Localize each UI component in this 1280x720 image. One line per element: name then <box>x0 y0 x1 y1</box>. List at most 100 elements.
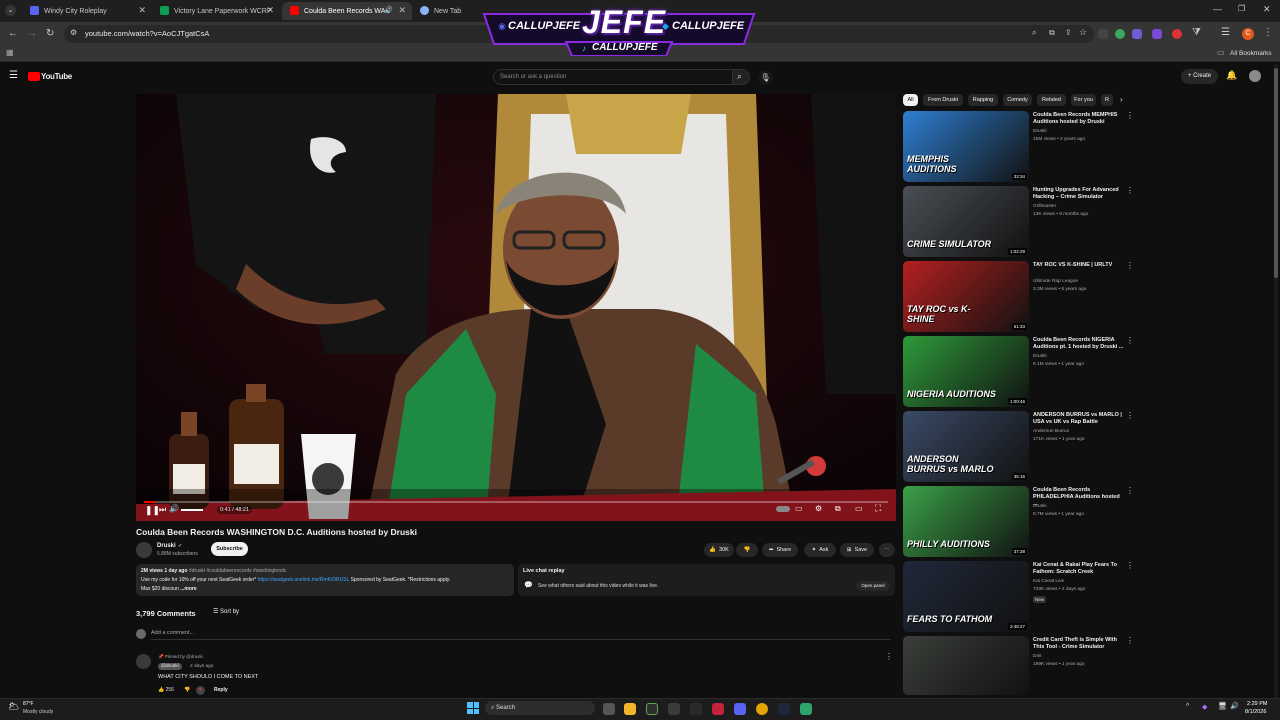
recommendation-thumbnail[interactable]: NIGERIA AUDITIONS 1:00:46 <box>903 336 1029 407</box>
recommendation-menu-icon[interactable]: ⋮ <box>1126 561 1134 570</box>
zoom-search-icon[interactable]: ⌕ <box>1032 28 1036 38</box>
taskbar-search-box[interactable]: ⌕ Search <box>485 701 595 715</box>
audio-playing-icon[interactable]: 🔊 <box>384 6 393 14</box>
steam-icon[interactable] <box>778 703 790 715</box>
hamburger-menu-icon[interactable]: ☰ <box>9 70 18 81</box>
extension-icon[interactable] <box>1152 29 1162 39</box>
recommendation-menu-icon[interactable]: ⋮ <box>1126 486 1134 495</box>
filter-chip[interactable]: From Druski <box>923 94 963 106</box>
share-page-icon[interactable]: ⇪ <box>1065 28 1072 37</box>
recommendation-thumbnail[interactable]: MEMPHIS AUDITIONS 33:34 <box>903 111 1029 182</box>
settings-gear-icon[interactable]: ⚙ <box>815 504 822 513</box>
taskbar-time[interactable]: 2:29 PM <box>1247 701 1267 707</box>
volume-slider[interactable] <box>181 509 203 511</box>
show-more-link[interactable]: ...more <box>180 586 196 592</box>
recommendation-thumbnail[interactable]: CRIME SIMULATOR 1:02:29 <box>903 186 1029 257</box>
recommendation-channel[interactable]: Grillmaster <box>1033 204 1056 209</box>
description-box[interactable]: 2M views 1 day ago #druski #couldabeenre… <box>136 564 514 596</box>
scrollbar-thumb[interactable] <box>1274 68 1278 278</box>
comment-like-button[interactable]: 👍 256 <box>158 687 174 693</box>
recommendation-channel[interactable]: Anderson Burrus <box>1033 429 1069 434</box>
recommendation-title[interactable]: Hunting Upgrades For Advanced Hacking – … <box>1033 187 1125 201</box>
sort-by-button[interactable]: ☰ Sort by <box>213 608 239 615</box>
extension-icon[interactable] <box>1172 29 1182 39</box>
nvidia-icon[interactable] <box>668 703 680 715</box>
account-avatar[interactable] <box>1249 70 1261 82</box>
reload-icon[interactable]: ↻ <box>46 28 54 39</box>
volume-tray-icon[interactable]: 🔊 <box>1230 702 1239 710</box>
extension-icon[interactable] <box>1115 29 1125 39</box>
recommendation-channel[interactable]: Druski <box>1033 354 1047 359</box>
youtube-search-input[interactable]: Search or ask a question <box>493 69 733 85</box>
progress-bar-track[interactable] <box>144 501 888 503</box>
comment-author-avatar[interactable] <box>136 654 151 669</box>
close-tab-icon[interactable]: ✕ <box>398 5 406 16</box>
subtitles-icon[interactable]: ▭ <box>795 504 803 513</box>
channel-name[interactable]: Druski <box>157 543 176 549</box>
recommendation-title[interactable]: TAY ROC VS K-SHINE | URLTV <box>1033 262 1125 269</box>
profile-avatar[interactable]: C <box>1242 28 1254 40</box>
weather-icon[interactable]: 🌥 <box>8 701 19 712</box>
autoplay-toggle[interactable] <box>776 506 790 512</box>
search-button[interactable]: ⌕ <box>732 69 750 85</box>
fullscreen-icon[interactable]: ⛶ <box>875 503 881 514</box>
bookmark-star-icon[interactable]: ☆ <box>1079 27 1087 38</box>
recommendation-channel[interactable]: Dnit <box>1033 654 1042 659</box>
filter-chip[interactable]: R <box>1101 94 1113 106</box>
tab-windy-city[interactable]: Windy City Roleplay ✕ <box>22 2 152 20</box>
create-button[interactable]: + Create <box>1181 69 1218 84</box>
voice-search-mic-icon[interactable]: 🎙 <box>758 70 773 85</box>
recommendation-menu-icon[interactable]: ⋮ <box>1126 111 1134 120</box>
puzzle-extensions-icon[interactable]: ⧩ <box>1192 27 1201 38</box>
video-player[interactable]: ❚❚ ⏭ 🔊 0:41 / 48:21 ▭ ⚙ ⧉ ▭ ⛶ <box>136 94 896 521</box>
forward-icon[interactable]: → <box>27 28 37 39</box>
taskbar-date[interactable]: 8/1/2026 <box>1245 709 1266 715</box>
recommendation-channel[interactable]: Kai Cenat Live <box>1033 579 1064 584</box>
recommendation-thumbnail[interactable]: PHILLY AUDITIONS 37:38 <box>903 486 1029 557</box>
tab-new-tab[interactable]: New Tab <box>412 2 472 20</box>
comment-menu-icon[interactable]: ⋮ <box>885 652 893 661</box>
file-explorer-icon[interactable] <box>624 703 636 715</box>
dislike-button[interactable]: 👎 <box>736 543 758 557</box>
chips-next-icon[interactable]: › <box>1120 95 1123 104</box>
youtube-logo-icon[interactable] <box>28 72 40 81</box>
filter-chip[interactable]: Rapping <box>968 94 998 106</box>
task-view-icon[interactable] <box>603 703 615 715</box>
minimize-window-icon[interactable]: — <box>1213 4 1222 14</box>
recommendation-menu-icon[interactable]: ⋮ <box>1126 411 1134 420</box>
recommendation-channel[interactable]: Druski <box>1033 504 1047 509</box>
close-tab-icon[interactable]: ✕ <box>138 5 146 16</box>
close-tab-icon[interactable]: ✕ <box>266 5 274 16</box>
ask-button[interactable]: ✦ Ask <box>804 543 836 557</box>
app-icon[interactable] <box>800 703 812 715</box>
filter-chip[interactable]: Related <box>1037 94 1066 106</box>
filter-chip[interactable]: All <box>903 94 918 106</box>
share-button[interactable]: ➦ Share <box>762 543 798 557</box>
theater-mode-icon[interactable]: ▭ <box>855 504 863 513</box>
recommendation-title[interactable]: Coulda Been Records NIGERIA Auditions pt… <box>1033 337 1125 351</box>
app-icon[interactable] <box>690 703 702 715</box>
open-panel-button[interactable]: Open panel <box>856 581 890 591</box>
seatgeek-link[interactable]: https://seatgeek.onelink.me/RmK/DRUSL <box>258 577 350 583</box>
apps-grid-icon[interactable]: ▦ <box>6 48 14 57</box>
more-actions-button[interactable]: ⋯ <box>879 543 895 557</box>
save-button[interactable]: ⊞ Save <box>840 543 874 557</box>
discord-icon[interactable] <box>734 703 746 715</box>
notifications-bell-icon[interactable]: 🔔 <box>1226 70 1237 81</box>
recommendation-title[interactable]: ANDERSON BURRUS vs MARLO | USA vs UK vs … <box>1033 412 1125 426</box>
reading-list-icon[interactable]: ☰ <box>1221 27 1230 38</box>
tray-overflow-icon[interactable]: ^ <box>1186 703 1189 710</box>
filter-chip[interactable]: For you <box>1071 94 1096 106</box>
install-app-icon[interactable]: ⧉ <box>1049 28 1055 38</box>
recommendation-menu-icon[interactable]: ⋮ <box>1126 636 1134 645</box>
recommendation-thumbnail[interactable] <box>903 636 1029 695</box>
next-video-icon[interactable]: ⏭ <box>159 505 166 515</box>
pause-icon[interactable]: ❚❚ <box>145 505 160 516</box>
recommendation-menu-icon[interactable]: ⋮ <box>1126 186 1134 195</box>
app-icon[interactable] <box>712 703 724 715</box>
youtube-logo-text[interactable]: YouTube <box>41 72 72 81</box>
chrome-menu-icon[interactable]: ⋮ <box>1263 27 1273 38</box>
recommendation-title[interactable]: Credit Card Theft is Simple With This To… <box>1033 637 1125 651</box>
xbox-icon[interactable] <box>646 703 658 715</box>
recommendation-menu-icon[interactable]: ⋮ <box>1126 261 1134 270</box>
